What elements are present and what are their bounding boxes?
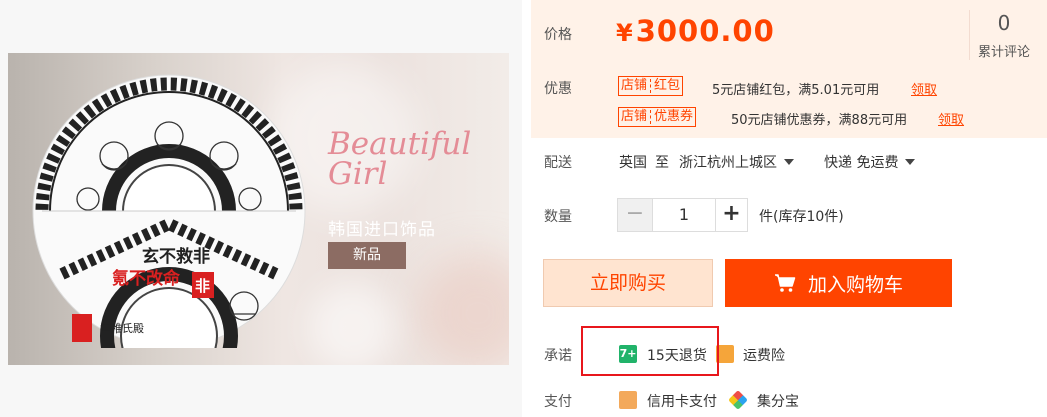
svg-text:非: 非 xyxy=(195,277,210,295)
badge-type: 优惠券 xyxy=(654,109,694,124)
shipping-insurance-text[interactable]: 运费险 xyxy=(743,345,785,365)
quantity-increase-button[interactable]: + xyxy=(715,198,748,232)
chevron-down-icon xyxy=(784,159,794,165)
product-plate-illustration: 玄不救非 氪不改命 非 童稚氏殿 xyxy=(32,74,306,348)
badge-shop: 店铺 xyxy=(621,109,648,124)
new-tag: 新品 xyxy=(328,242,406,269)
promise-label: 承诺 xyxy=(544,348,572,364)
destination-text: 浙江杭州上城区 xyxy=(679,155,777,171)
svg-text:童稚氏殿: 童稚氏殿 xyxy=(100,321,144,335)
badge-type: 红包 xyxy=(654,78,681,93)
coupon-desc: 50元店铺优惠券，满88元可用 xyxy=(731,113,908,128)
to-word: 至 xyxy=(655,155,669,171)
background-haze xyxy=(418,253,509,365)
promo-label: 优惠 xyxy=(544,81,572,97)
jifenbao-icon xyxy=(728,390,748,410)
script-line-2: Girl xyxy=(328,156,388,192)
product-image[interactable]: 玄不救非 氪不改命 非 童稚氏殿 Beautiful Girl 韩国进口饰品 新… xyxy=(8,53,509,365)
highlight-box xyxy=(581,326,719,376)
chevron-down-icon xyxy=(905,159,916,165)
banner-tagline: 韩国进口饰品 xyxy=(328,220,436,240)
jifenbao-text[interactable]: 集分宝 xyxy=(757,391,799,411)
quantity-decrease-button[interactable]: − xyxy=(617,198,653,232)
redpacket-desc: 5元店铺红包，满5.01元可用 xyxy=(712,83,880,98)
shop-coupon-badge: 店铺 优惠券 xyxy=(618,107,697,127)
add-to-cart-button[interactable]: 加入购物车 xyxy=(725,259,952,307)
review-label[interactable]: 累计评论 xyxy=(972,41,1036,60)
quantity-label: 数量 xyxy=(544,209,572,225)
claim-coupon-link[interactable]: 领取 xyxy=(938,109,964,128)
price-label: 价格 xyxy=(544,27,572,43)
shipping-method-text: 快递 免运费 xyxy=(824,155,899,171)
price-amount: 3000.00 xyxy=(635,14,775,48)
credit-card-icon xyxy=(619,391,637,409)
review-count[interactable]: 0 xyxy=(972,11,1036,35)
divider xyxy=(969,10,970,60)
svg-text:氪不改命: 氪不改命 xyxy=(112,268,181,289)
shipping-method-select[interactable]: 快递 免运费 xyxy=(824,152,916,172)
payment-label: 支付 xyxy=(544,394,572,410)
script-line-1: Beautiful xyxy=(328,126,472,162)
banner-script-title: Beautiful Girl xyxy=(328,126,472,192)
background-haze xyxy=(308,283,398,365)
add-to-cart-label: 加入购物车 xyxy=(807,273,903,296)
claim-redpacket-link[interactable]: 领取 xyxy=(911,79,937,98)
badge-shop: 店铺 xyxy=(621,78,648,93)
origin-country: 英国 xyxy=(619,155,647,171)
delivery-label: 配送 xyxy=(544,155,572,171)
stock-text: 件(库存10件) xyxy=(759,209,844,225)
delivery-route: 英国 至 xyxy=(619,152,669,172)
currency-symbol: ¥ xyxy=(616,19,634,47)
buy-now-button[interactable]: 立即购买 xyxy=(543,259,713,307)
destination-select[interactable]: 浙江杭州上城区 xyxy=(679,152,794,172)
price-value: ¥3000.00 xyxy=(616,14,775,48)
quantity-input[interactable]: 1 xyxy=(653,198,715,232)
shop-redpacket-badge: 店铺 红包 xyxy=(618,76,684,96)
cart-icon xyxy=(774,274,796,292)
credit-card-text[interactable]: 信用卡支付 xyxy=(647,391,717,411)
svg-text:玄不救非: 玄不救非 xyxy=(142,246,210,267)
